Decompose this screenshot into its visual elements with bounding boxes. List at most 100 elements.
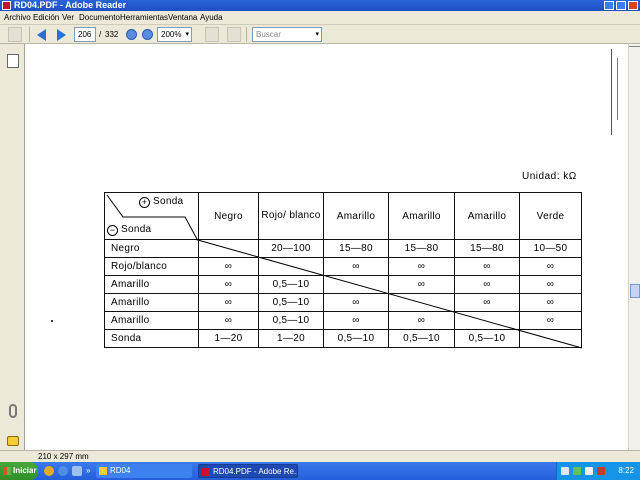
table-cell	[258, 257, 324, 276]
column-header: Negro	[198, 192, 259, 240]
table-cell	[323, 275, 389, 294]
page-size: 210 x 297 mm	[38, 452, 89, 461]
table-cell: 20—100	[258, 239, 324, 258]
maximize-button[interactable]	[616, 1, 626, 10]
table-cell: ∞	[198, 275, 259, 294]
document-view[interactable]: Unidad: kΩ + Sonda − Sonda Negro Rojo/ bla…	[26, 44, 628, 450]
zoom-in-icon[interactable]	[142, 29, 153, 40]
page-number-field[interactable]: 206	[74, 27, 96, 42]
folder-icon	[99, 467, 107, 475]
volume-icon[interactable]	[585, 467, 593, 475]
table-cell: ∞	[323, 311, 389, 330]
vertical-scrollbar[interactable]	[628, 44, 640, 450]
table-row: Rojo/blanco ∞ ∞ ∞ ∞ ∞	[104, 257, 582, 276]
network-icon[interactable]	[573, 467, 581, 475]
attachment-icon[interactable]	[9, 404, 17, 418]
table-cell: ∞	[388, 257, 455, 276]
table-row: Negro 20—100 15—80 15—80 15—80 10—50	[104, 239, 582, 258]
chevron-down-icon: ▾	[185, 31, 189, 38]
start-label: Iniciar	[13, 466, 37, 475]
table-cell: ∞	[388, 275, 455, 294]
table-cell: 10—50	[519, 239, 582, 258]
menu-ayuda[interactable]: Ayuda	[200, 12, 223, 24]
window-controls	[604, 1, 638, 10]
unit-label: Unidad: kΩ	[522, 171, 577, 182]
menu-documento[interactable]: Documento	[79, 12, 120, 24]
security-icon[interactable]	[597, 467, 605, 475]
menu-archivo[interactable]: Archivo	[4, 12, 31, 24]
scrollbar-mark	[629, 46, 640, 47]
table-cell	[454, 311, 520, 330]
table-cell: ∞	[519, 257, 582, 276]
media-player-icon[interactable]	[72, 466, 82, 476]
column-header: Amarillo	[388, 192, 455, 240]
table-cell: 15—80	[454, 239, 520, 258]
task-label: RD04	[110, 466, 131, 475]
scrollbar-thumb[interactable]	[630, 284, 640, 298]
menu-ver[interactable]: Ver	[62, 12, 74, 24]
taskbar: Iniciar » RD04 RD04.PDF - Adobe Re... 8:…	[0, 462, 640, 480]
table-cell: ∞	[454, 257, 520, 276]
table-cell: 0,5—10	[258, 275, 324, 294]
row-header: Sonda	[104, 329, 199, 348]
previous-page-icon[interactable]	[37, 29, 46, 41]
menu-edicion[interactable]: Edición	[33, 12, 59, 24]
table-row: Amarillo ∞ 0,5—10 ∞ ∞ ∞	[104, 275, 582, 294]
table-cell: ∞	[323, 293, 389, 312]
row-header: Amarillo	[104, 311, 199, 330]
taskbar-item-folder[interactable]: RD04	[96, 464, 192, 478]
table-cell: ∞	[519, 275, 582, 294]
close-button[interactable]	[628, 1, 638, 10]
page-total: 332	[105, 30, 119, 39]
zoom-out-icon[interactable]	[126, 29, 137, 40]
comments-icon[interactable]	[7, 436, 19, 446]
search-placeholder: Buscar	[256, 30, 281, 39]
single-page-icon[interactable]	[205, 27, 219, 42]
fit-page-icon[interactable]	[227, 27, 241, 42]
print-icon[interactable]	[8, 27, 22, 42]
minimize-button[interactable]	[604, 1, 614, 10]
table-cell: ∞	[198, 257, 259, 276]
pages-icon[interactable]	[7, 54, 19, 68]
table-cell: ∞	[454, 293, 520, 312]
zoom-select[interactable]: 200% ▾	[157, 27, 192, 42]
menu-bar: Archivo Edición Ver Documento Herramient…	[0, 11, 640, 25]
row-header: Amarillo	[104, 293, 199, 312]
taskbar-item-reader[interactable]: RD04.PDF - Adobe Re...	[198, 464, 298, 478]
page-speck	[51, 320, 53, 322]
task-label: RD04.PDF - Adobe Re...	[213, 467, 298, 476]
page-edge-line	[611, 49, 612, 135]
pdf-icon	[202, 468, 210, 476]
menu-ventana[interactable]: Ventana	[168, 12, 197, 24]
table-cell: ∞	[323, 257, 389, 276]
quicklaunch-more-icon[interactable]: »	[86, 466, 96, 476]
table-cell	[198, 239, 259, 258]
column-header: Verde	[519, 192, 582, 240]
column-header: Amarillo	[454, 192, 520, 240]
table-cell: ∞	[519, 293, 582, 312]
table-row: Amarillo ∞ 0,5—10 ∞ ∞ ∞	[104, 293, 582, 312]
toolbar: 206 / 332 200% ▾ Buscar ▾	[0, 25, 640, 44]
table-cell	[388, 293, 455, 312]
chevron-down-icon: ▾	[315, 31, 319, 38]
table-cell: ∞	[198, 311, 259, 330]
table-cell: 0,5—10	[454, 329, 520, 348]
table-header-row: + Sonda − Sonda Negro Rojo/ blanco Amarill…	[104, 192, 582, 240]
ie-icon[interactable]	[58, 466, 68, 476]
next-page-icon[interactable]	[57, 29, 66, 41]
browser-icon[interactable]	[44, 466, 54, 476]
corner-header-cell: + Sonda − Sonda	[104, 192, 199, 240]
table-cell: ∞	[388, 311, 455, 330]
language-icon[interactable]	[561, 467, 569, 475]
table-cell: ∞	[198, 293, 259, 312]
table-cell: 0,5—10	[388, 329, 455, 348]
column-header: Amarillo	[323, 192, 389, 240]
adobe-reader-icon	[2, 1, 11, 10]
search-input[interactable]: Buscar ▾	[252, 27, 322, 42]
page-separator: /	[99, 30, 102, 39]
clock: 8:22	[618, 466, 634, 475]
menu-herramientas[interactable]: Herramientas	[120, 12, 168, 24]
row-header: Amarillo	[104, 275, 199, 294]
start-button[interactable]: Iniciar	[0, 462, 38, 480]
toolbar-separator	[246, 27, 247, 42]
